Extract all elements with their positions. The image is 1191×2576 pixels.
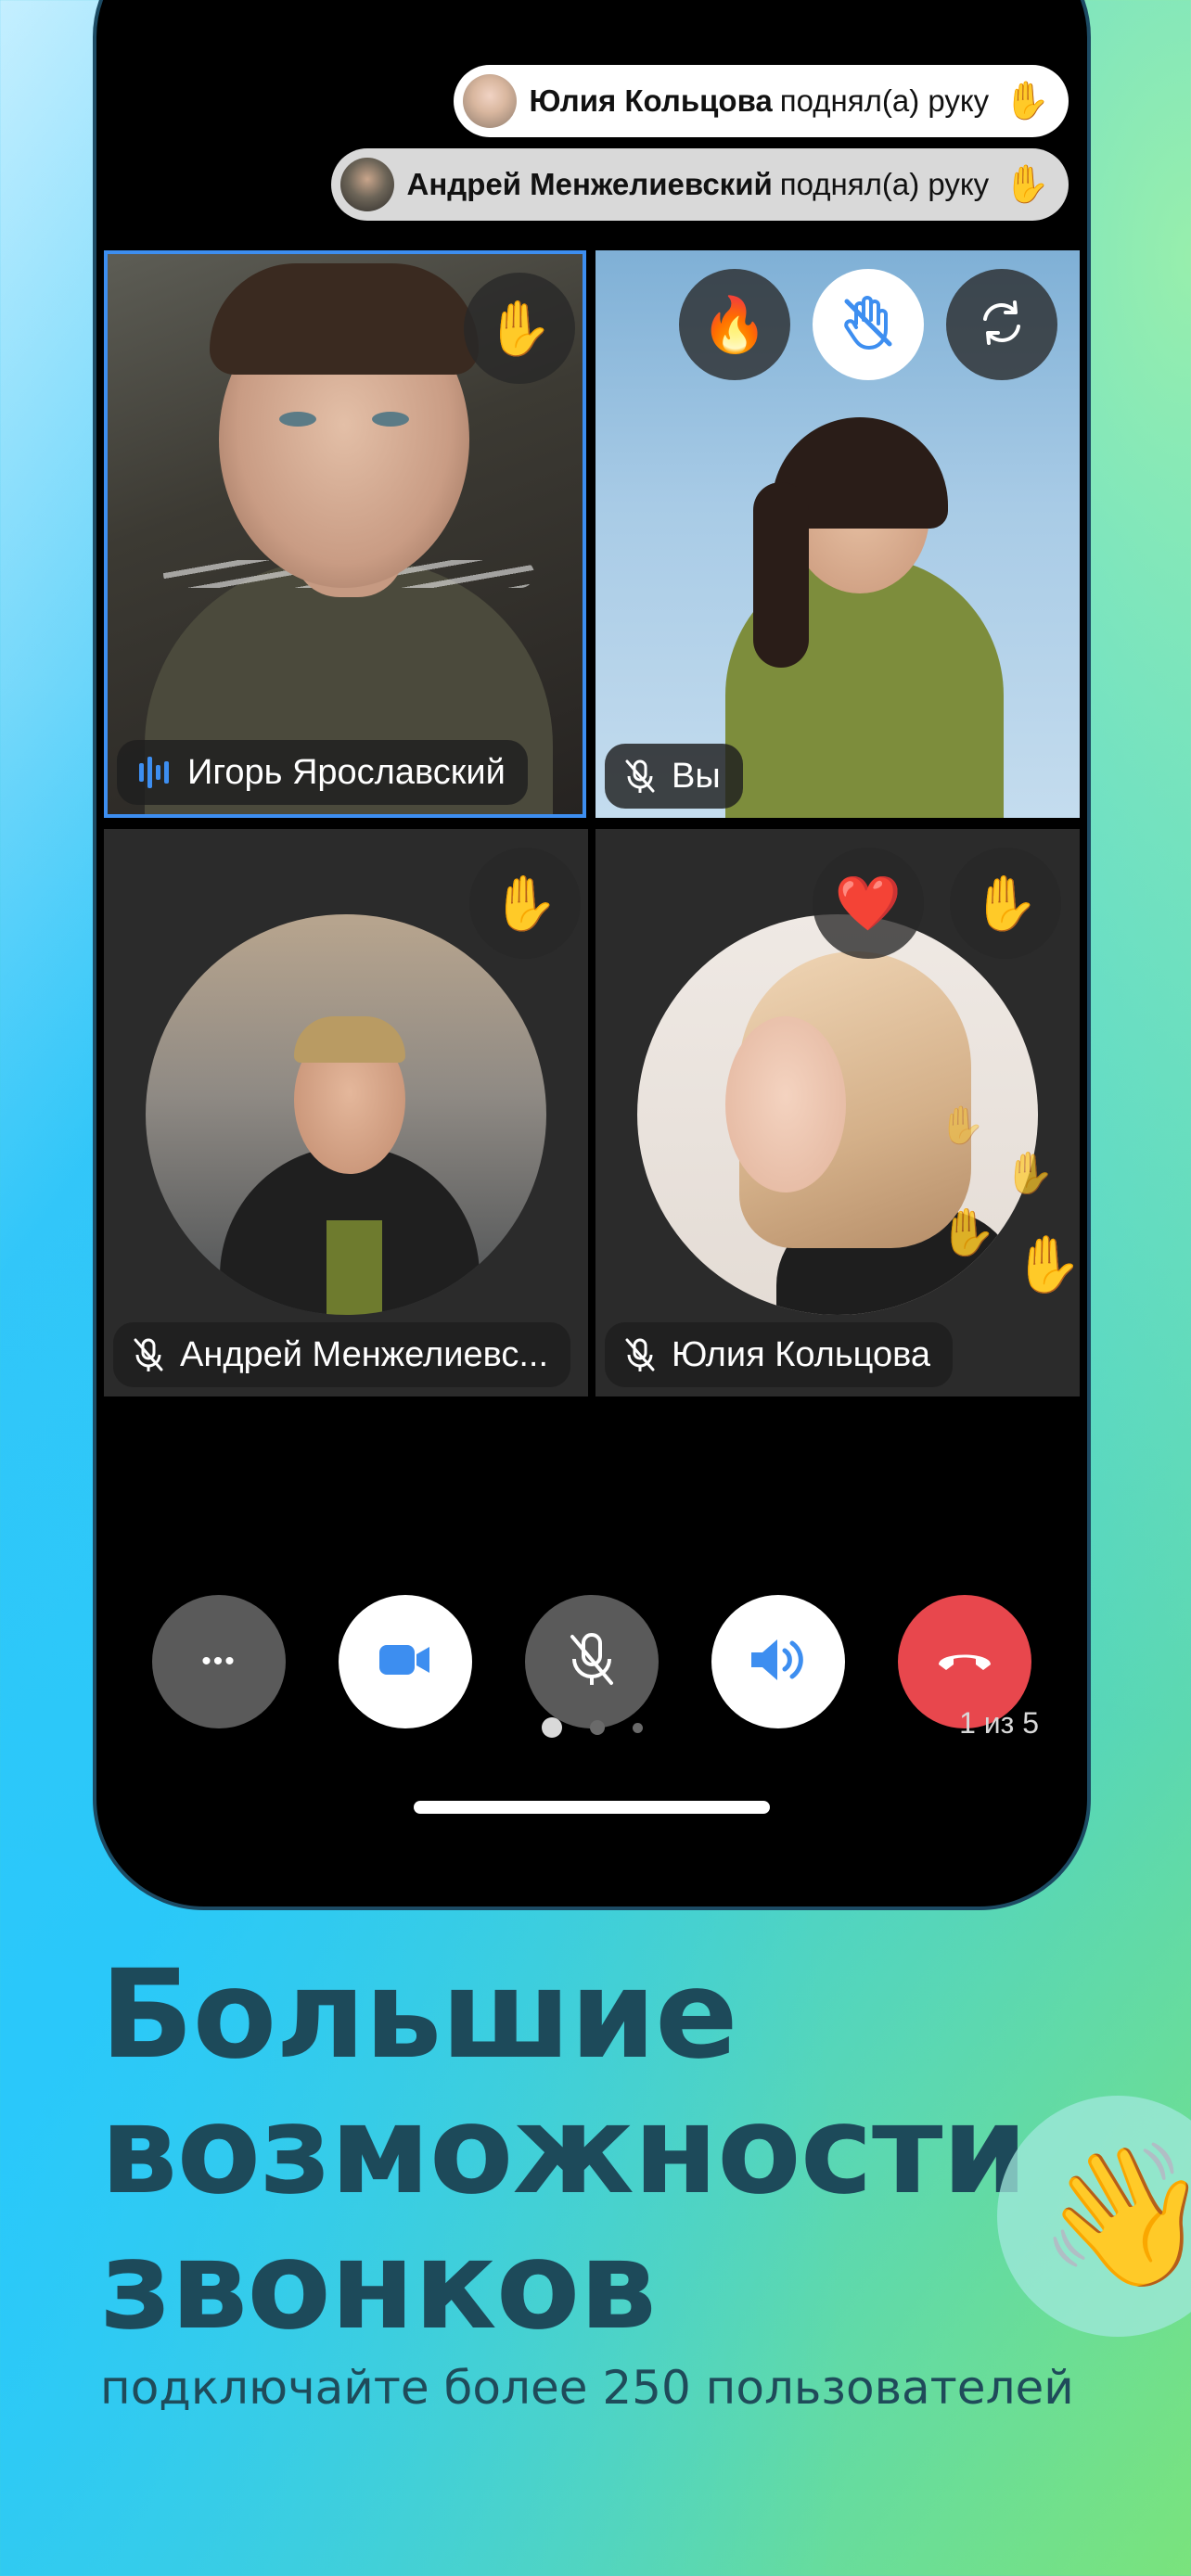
speaker-icon bbox=[748, 1634, 809, 1690]
floating-hand-icon: ✋ bbox=[939, 1104, 985, 1147]
headline-line: звонков bbox=[100, 2214, 657, 2357]
raised-hand-icon: ✋ bbox=[491, 872, 559, 935]
lower-hand-button[interactable] bbox=[813, 269, 924, 380]
notification-name: Андрей Менжелиевский bbox=[406, 167, 773, 201]
fire-icon: 🔥 bbox=[700, 293, 769, 356]
page-dot-active bbox=[542, 1717, 562, 1738]
speaker-button[interactable] bbox=[711, 1595, 845, 1728]
more-icon: ••• bbox=[201, 1646, 237, 1677]
switch-camera-icon bbox=[974, 295, 1030, 355]
heart-icon: ❤️ bbox=[834, 872, 903, 935]
participant-tile-active-speaker[interactable]: ✋ Игорь Ярославский bbox=[104, 250, 586, 818]
raised-hand-badge: ✋ bbox=[950, 848, 1061, 959]
page-counter: 1 из 5 bbox=[959, 1706, 1039, 1740]
notification-action: поднял(а) руку bbox=[779, 167, 990, 201]
raised-hand-badge: ✋ bbox=[464, 273, 575, 384]
participant-name-pill: Юлия Кольцова bbox=[605, 1322, 953, 1387]
raised-hand-icon: ✋ bbox=[1004, 163, 1050, 206]
more-button[interactable]: ••• bbox=[152, 1595, 286, 1728]
page-dot bbox=[590, 1720, 605, 1735]
hand-off-icon bbox=[838, 292, 899, 358]
notification-action: поднял(а) руку bbox=[779, 83, 990, 118]
avatar bbox=[462, 74, 517, 128]
page-dot bbox=[633, 1722, 643, 1733]
home-indicator[interactable] bbox=[414, 1801, 770, 1814]
hang-up-icon bbox=[935, 1646, 994, 1678]
raised-hand-icon: ✋ bbox=[1004, 80, 1050, 122]
headline-line: Большие bbox=[100, 1944, 738, 2086]
raised-hand-icon: ✋ bbox=[485, 297, 554, 360]
video-camera-icon bbox=[378, 1639, 433, 1685]
mic-off-icon bbox=[623, 1336, 657, 1373]
mic-off-icon bbox=[623, 758, 657, 795]
switch-camera-button[interactable] bbox=[946, 269, 1057, 380]
raised-hand-notification: Юлия Кольцова поднял(а) руку ✋ bbox=[453, 65, 1069, 137]
subtitle: подключайте более 250 пользователей bbox=[100, 2361, 1074, 2415]
participant-avatar bbox=[146, 914, 546, 1315]
floating-hand-icon: ✋ bbox=[1013, 1232, 1080, 1297]
camera-button[interactable] bbox=[339, 1595, 472, 1728]
floating-hand-icon: ✋ bbox=[939, 1205, 997, 1259]
voice-wave-icon bbox=[135, 754, 173, 791]
headline: Большие возможности звонков bbox=[100, 1947, 1028, 2353]
mic-off-icon bbox=[567, 1631, 617, 1693]
mic-off-icon bbox=[132, 1336, 165, 1373]
floating-hand-icon: ✋ bbox=[1004, 1150, 1055, 1197]
participant-name-pill: Вы bbox=[605, 744, 743, 809]
raised-hand-notification: Андрей Менжелиевский поднял(а) руку ✋ bbox=[330, 148, 1069, 221]
avatar bbox=[339, 158, 394, 211]
fire-reaction-button[interactable]: 🔥 bbox=[679, 269, 790, 380]
participant-name: Юлия Кольцова bbox=[672, 1334, 930, 1374]
participant-name: Игорь Ярославский bbox=[187, 752, 506, 792]
participant-name-pill: Андрей Менжелиевс... bbox=[113, 1322, 571, 1387]
participant-name-pill: Игорь Ярославский bbox=[117, 740, 528, 805]
mic-button[interactable] bbox=[525, 1595, 659, 1728]
waving-hand-icon: 👋 bbox=[1038, 2136, 1191, 2297]
participant-tile-self[interactable]: 🔥 Вы bbox=[596, 250, 1080, 818]
raised-hand-badge: ✋ bbox=[469, 848, 581, 959]
participant-name: Андрей Менжелиевс... bbox=[180, 1334, 549, 1374]
heart-reaction-badge: ❤️ bbox=[813, 848, 924, 959]
page-indicator bbox=[542, 1717, 671, 1738]
participant-tile[interactable]: ❤️ ✋ ✋ ✋ ✋ ✋ Юлия Кольцова bbox=[596, 829, 1080, 1396]
raised-hand-icon: ✋ bbox=[971, 872, 1040, 935]
participant-tile[interactable]: ✋ Андрей Менжелиевс... bbox=[104, 829, 588, 1396]
participant-name: Вы bbox=[672, 756, 721, 796]
notification-name: Юлия Кольцова bbox=[529, 83, 773, 118]
phone-frame: Юлия Кольцова поднял(а) руку ✋ Андрей Ме… bbox=[93, 0, 1091, 1910]
headline-line: возможности bbox=[100, 2079, 1028, 2222]
